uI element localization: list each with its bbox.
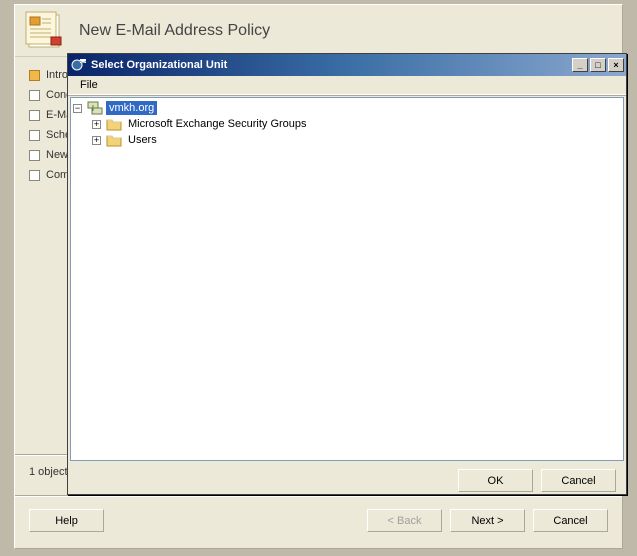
tree-node-label[interactable]: Users [125, 133, 160, 147]
menu-bar: File [68, 76, 626, 95]
cancel-button[interactable]: Cancel [541, 469, 616, 492]
wizard-title: New E-Mail Address Policy [79, 22, 270, 40]
step-marker-icon [29, 70, 40, 81]
select-ou-dialog: Select Organizational Unit _ □ × File − … [67, 53, 627, 495]
step-marker-icon [29, 110, 40, 121]
maximize-button[interactable]: □ [590, 58, 606, 72]
titlebar[interactable]: Select Organizational Unit _ □ × [68, 54, 626, 76]
dialog-button-bar: OK Cancel [68, 463, 626, 500]
step-marker-icon [29, 90, 40, 101]
dialog-title: Select Organizational Unit [91, 59, 227, 71]
cancel-button[interactable]: Cancel [533, 509, 608, 532]
tree-root-label[interactable]: vmkh.org [106, 101, 157, 115]
wizard-icon [25, 11, 65, 51]
collapse-icon[interactable]: − [73, 104, 82, 113]
tree-child-node[interactable]: + Microsoft Exchange Security Groups [73, 116, 621, 132]
back-button[interactable]: < Back [367, 509, 442, 532]
step-marker-icon [29, 150, 40, 161]
expand-icon[interactable]: + [92, 136, 101, 145]
tree-root-node[interactable]: − vmkh.org [73, 100, 621, 116]
domain-icon [87, 100, 103, 116]
wizard-button-bar: Help < Back Next > Cancel [15, 497, 622, 544]
tree-node-label[interactable]: Microsoft Exchange Security Groups [125, 117, 310, 131]
next-button[interactable]: Next > [450, 509, 525, 532]
folder-icon [106, 132, 122, 148]
minimize-button[interactable]: _ [572, 58, 588, 72]
ou-tree[interactable]: − vmkh.org + Microsoft Exchange Security… [70, 97, 624, 461]
help-button[interactable]: Help [29, 509, 104, 532]
expand-icon[interactable]: + [92, 120, 101, 129]
step-marker-icon [29, 170, 40, 181]
close-button[interactable]: × [608, 58, 624, 72]
menu-file[interactable]: File [72, 77, 106, 93]
app-icon [71, 57, 87, 73]
folder-icon [106, 116, 122, 132]
tree-child-node[interactable]: + Users [73, 132, 621, 148]
ok-button[interactable]: OK [458, 469, 533, 492]
wizard-header: New E-Mail Address Policy [15, 5, 622, 57]
step-marker-icon [29, 130, 40, 141]
